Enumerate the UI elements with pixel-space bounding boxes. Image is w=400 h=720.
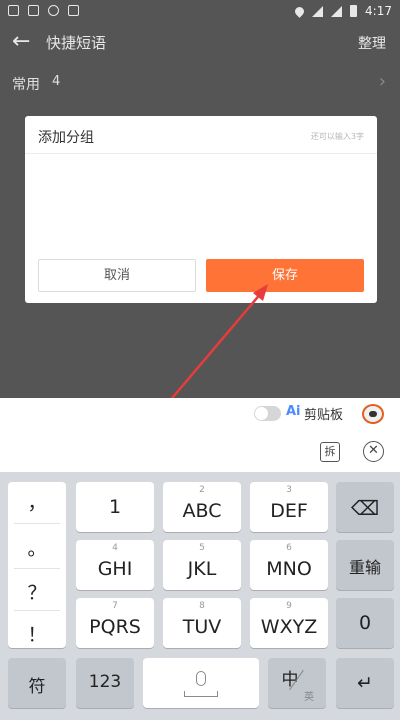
key-label: MNO (266, 558, 312, 580)
punct-key-exclaim[interactable]: ！ (8, 620, 66, 647)
key-label: 0 (358, 612, 372, 634)
app-background: 4:17 ← 快捷短语 整理 常用 4 › 添加分组 还可以输入3字 取消 保存 (0, 0, 400, 398)
key-label: WXYZ (260, 616, 318, 638)
dialog-title: 添加分组 (38, 130, 94, 146)
reinput-key[interactable]: 重输 (336, 540, 394, 590)
key-digit: 5 (199, 543, 205, 553)
key-6-mno[interactable]: 6 MNO (250, 540, 328, 590)
number-key[interactable]: 123 (76, 658, 134, 708)
list-item-count: 4 (52, 74, 61, 89)
organize-button[interactable]: 整理 (358, 33, 386, 53)
backspace-key[interactable]: ⌫ (336, 482, 394, 532)
save-button[interactable]: 保存 (206, 259, 364, 292)
symbol-key[interactable]: 符 (8, 658, 66, 708)
notification-icon (8, 5, 19, 16)
add-group-dialog: 添加分组 还可以输入3字 取消 保存 (25, 116, 377, 303)
photo-icon (68, 5, 79, 16)
key-digit: 9 (286, 601, 292, 611)
backspace-icon: ⌫ (350, 496, 380, 520)
key-digit: 7 (112, 601, 118, 611)
back-arrow-icon[interactable]: ← (12, 28, 30, 56)
sync-icon (48, 5, 59, 16)
location-icon (293, 4, 306, 18)
key-3-def[interactable]: 3 DEF (250, 482, 328, 532)
key-digit: 2 (199, 485, 205, 495)
language-switch-key[interactable]: 中 英 (268, 658, 326, 708)
keyboard-toolbar: Ai 剪贴板 (0, 398, 400, 472)
chevron-right-icon: › (378, 71, 386, 92)
mascot-icon[interactable] (362, 404, 384, 424)
group-name-input[interactable] (37, 162, 363, 190)
split-icon[interactable]: 拆 (320, 442, 340, 462)
key-label: GHI (97, 558, 133, 580)
wifi-icon (312, 5, 324, 17)
microphone-icon (196, 671, 206, 686)
cancel-button[interactable]: 取消 (38, 259, 196, 292)
key-8-tuv[interactable]: 8 TUV (163, 598, 241, 648)
keyboard: ， 。 ？ ！ 1 2 ABC 3 DEF ⌫ 4 GHI 5 JKL 6 MN… (0, 472, 400, 720)
page-title: 快捷短语 (46, 34, 107, 52)
battery-icon (350, 5, 358, 17)
punct-key-period[interactable]: 。 (8, 534, 66, 561)
key-digit: 6 (286, 543, 292, 553)
key-digit: 3 (286, 485, 292, 495)
dialog-divider (25, 153, 377, 154)
close-icon[interactable]: ✕ (363, 441, 384, 462)
key-label: TUV (182, 616, 222, 638)
key-digit: 4 (112, 543, 118, 553)
key-5-jkl[interactable]: 5 JKL (163, 540, 241, 590)
key-4-ghi[interactable]: 4 GHI (76, 540, 154, 590)
list-item-common[interactable]: 常用 4 › (0, 63, 400, 103)
app-header: ← 快捷短语 整理 (0, 24, 400, 62)
key-label: 1 (108, 496, 122, 518)
ai-label: Ai (286, 404, 301, 419)
key-label: 123 (88, 672, 122, 692)
status-system-icons: 4:17 (293, 4, 392, 18)
char-limit-hint: 还可以输入3字 (310, 132, 364, 141)
ai-toggle-switch[interactable] (254, 406, 281, 421)
signal-icon (331, 5, 343, 17)
key-label: DEF (270, 500, 308, 522)
enter-icon: ↵ (357, 672, 373, 694)
status-notification-icons (8, 5, 79, 16)
clipboard-button[interactable]: 剪贴板 (304, 404, 343, 423)
punct-separator (14, 523, 60, 524)
key-label: 符 (28, 677, 46, 697)
punct-separator (14, 610, 60, 611)
key-label: PQRS (89, 616, 141, 638)
mail-icon (28, 5, 39, 16)
key-label: JKL (187, 558, 217, 580)
key-9-wxyz[interactable]: 9 WXYZ (250, 598, 328, 648)
key-sublabel: 英 (304, 692, 314, 703)
key-0[interactable]: 0 (336, 598, 394, 648)
punct-separator (14, 568, 60, 569)
space-key[interactable] (143, 658, 259, 708)
status-time: 4:17 (365, 4, 392, 18)
key-digit: 8 (199, 601, 205, 611)
key-label: ABC (182, 500, 222, 522)
key-1[interactable]: 1 (76, 482, 154, 532)
space-bar-icon (184, 691, 218, 697)
status-bar: 4:17 (0, 0, 400, 24)
punctuation-panel: ， 。 ？ ！ (8, 482, 66, 648)
punct-key-question[interactable]: ？ (8, 578, 66, 605)
enter-key[interactable]: ↵ (336, 658, 394, 708)
list-item-label: 常用 (12, 77, 40, 93)
punct-key-comma[interactable]: ， (8, 488, 66, 515)
key-7-pqrs[interactable]: 7 PQRS (76, 598, 154, 648)
key-label: 重输 (348, 558, 381, 577)
key-2-abc[interactable]: 2 ABC (163, 482, 241, 532)
